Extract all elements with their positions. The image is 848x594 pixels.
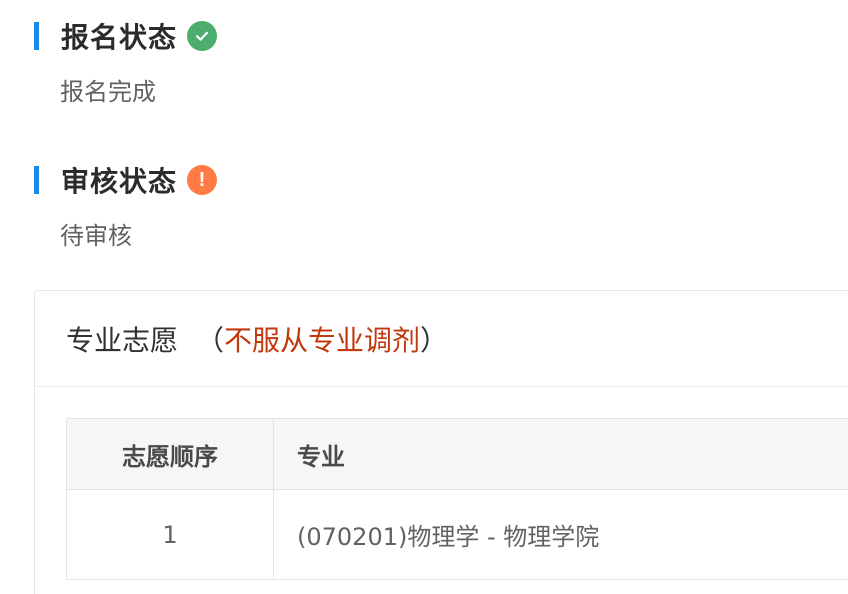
major-preferences-card: 专业志愿 （ 不服从专业调剂 ） 志愿顺序 专业 1 (070201)物理学 -… xyxy=(34,290,848,594)
application-status-page: 报名状态 报名完成 审核状态 ! 待审核 专业志愿 （ 不服从专业调剂 ） 志愿… xyxy=(0,0,848,594)
registration-status-value: 报名完成 xyxy=(60,78,156,106)
check-circle-icon xyxy=(187,21,218,51)
exclamation-circle-icon: ! xyxy=(187,165,218,195)
registration-status-title: 报名状态 xyxy=(61,21,178,54)
exclamation-glyph: ! xyxy=(198,169,206,191)
column-header-major: 专业 xyxy=(297,442,345,471)
major-preferences-title: 专业志愿 xyxy=(66,323,179,357)
note-paren-close: ） xyxy=(420,323,449,357)
section-accent-bar xyxy=(34,22,39,50)
note-paren-open: （ xyxy=(196,323,225,357)
review-status-heading: 审核状态 ! xyxy=(34,164,218,198)
review-status-title: 审核状态 xyxy=(61,165,178,198)
adjustment-note: 不服从专业调剂 xyxy=(224,323,421,357)
preference-major-cell: (070201)物理学 - 物理学院 xyxy=(297,523,600,551)
column-header-order: 志愿顺序 xyxy=(67,419,274,489)
registration-status-heading: 报名状态 xyxy=(34,20,218,54)
table-row: 1 (070201)物理学 - 物理学院 xyxy=(67,490,848,579)
major-preferences-header: 专业志愿 （ 不服从专业调剂 ） xyxy=(35,291,848,387)
review-status-value: 待审核 xyxy=(60,222,132,250)
preferences-table: 志愿顺序 专业 1 (070201)物理学 - 物理学院 xyxy=(66,418,848,580)
section-accent-bar xyxy=(34,166,39,194)
preference-order-cell: 1 xyxy=(67,490,274,579)
table-header-row: 志愿顺序 专业 xyxy=(67,419,848,490)
